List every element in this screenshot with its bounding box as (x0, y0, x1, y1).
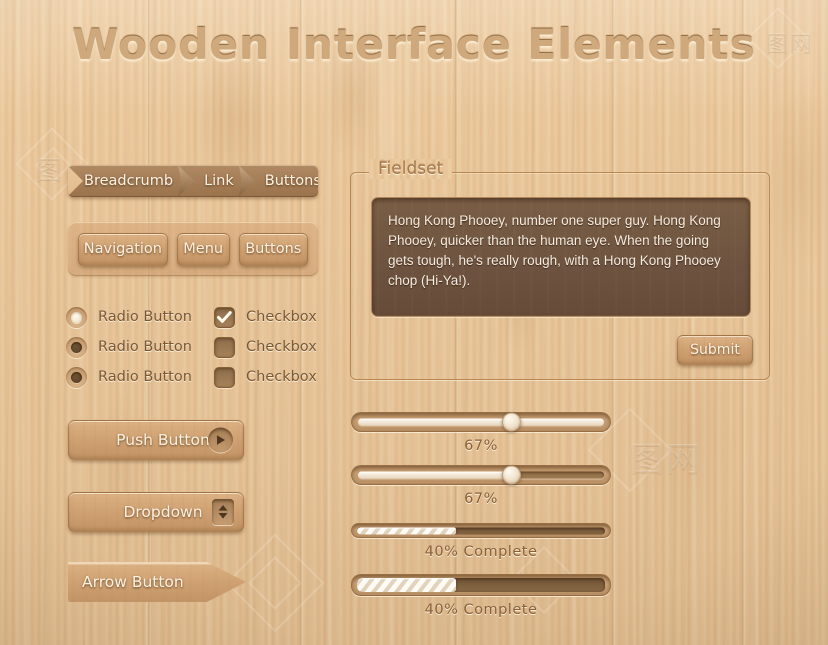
breadcrumb: Breadcrumb Link Buttons (68, 165, 318, 197)
push-button-label: Push Button (116, 431, 210, 449)
radio-button-2[interactable] (66, 336, 87, 358)
slider-2-value-label: 67% (464, 491, 498, 507)
arrow-button-label: Arrow Button (82, 573, 184, 591)
slider-2-group: 67% (351, 465, 611, 507)
fieldset: Fieldset Hong Kong Phooey, number one su… (350, 159, 770, 380)
progress-1-value-label: 40% Complete (424, 544, 538, 560)
updown-arrows-icon (212, 499, 234, 525)
radio-button-3-label: Radio Button (98, 369, 192, 385)
checkbox-2-label: Checkbox (246, 339, 317, 355)
control-row: Radio Button Checkbox (66, 332, 336, 362)
checkbox-3[interactable] (214, 366, 235, 388)
control-row: Radio Button Checkbox (66, 362, 336, 392)
breadcrumb-item-breadcrumb[interactable]: Breadcrumb (68, 165, 186, 197)
nav-button-buttons-label: Buttons (245, 241, 302, 257)
fieldset-legend: Fieldset (369, 159, 453, 179)
slider-1[interactable] (351, 412, 611, 432)
checkbox-2[interactable] (214, 336, 235, 358)
progress-2-value-label: 40% Complete (424, 602, 538, 618)
slider-2-fill (358, 471, 511, 479)
slider-2[interactable] (351, 465, 611, 485)
radio-dot-icon (71, 371, 82, 383)
slider-1-groove (358, 418, 604, 426)
progress-1-fill (357, 527, 457, 534)
dropdown-label: Dropdown (123, 503, 203, 521)
radio-dot-icon (71, 341, 82, 353)
textarea-input[interactable]: Hong Kong Phooey, number one super guy. … (371, 197, 751, 317)
slider-2-groove (358, 471, 604, 479)
navigation-bar: Navigation Menu Buttons (68, 222, 318, 276)
radio-button-2-label: Radio Button (98, 339, 192, 355)
radio-button-3[interactable] (66, 366, 87, 388)
page-title: Wooden Interface Elements (72, 20, 756, 69)
slider-1-value-label: 67% (464, 438, 498, 454)
progress-bar-2 (351, 574, 611, 596)
progress-2-fill (357, 578, 457, 592)
nav-button-menu[interactable]: Menu (176, 232, 230, 266)
checkbox-3-label: Checkbox (246, 369, 317, 385)
checkbox-1-label: Checkbox (246, 309, 317, 325)
radio-dot-icon (71, 311, 82, 323)
progress-2-groove (357, 578, 605, 592)
progress-1-group: 40% Complete (351, 523, 611, 560)
progress-2-group: 40% Complete (351, 574, 611, 618)
breadcrumb-item-buttons[interactable]: Buttons (247, 165, 318, 197)
progress-bar-1 (351, 523, 611, 538)
nav-button-menu-label: Menu (183, 241, 224, 257)
control-row: Radio Button Checkbox (66, 302, 336, 332)
progress-1-groove (357, 527, 605, 534)
submit-button[interactable]: Submit (677, 335, 753, 365)
slider-2-handle[interactable] (502, 465, 522, 485)
radio-checkbox-group: Radio Button Checkbox Radio Button Check… (66, 302, 336, 392)
slider-1-fill (358, 418, 604, 426)
nav-button-buttons[interactable]: Buttons (238, 232, 309, 266)
checkbox-1[interactable] (214, 306, 235, 328)
radio-button-1[interactable] (66, 306, 87, 328)
nav-button-navigation-label: Navigation (83, 241, 162, 257)
slider-1-handle[interactable] (502, 412, 522, 432)
dropdown-button[interactable]: Dropdown (68, 492, 244, 532)
push-button[interactable]: Push Button (68, 420, 244, 460)
play-triangle-icon (208, 427, 233, 453)
nav-button-navigation[interactable]: Navigation (78, 232, 168, 266)
radio-button-1-label: Radio Button (98, 309, 192, 325)
breadcrumb-item-link[interactable]: Link (186, 165, 247, 197)
submit-button-label: Submit (690, 342, 740, 358)
checkmark-icon (217, 310, 232, 323)
slider-1-group: 67% (351, 412, 611, 454)
app-root: 图 图网 图网 Wooden Interface Elements Breadc… (0, 0, 828, 645)
